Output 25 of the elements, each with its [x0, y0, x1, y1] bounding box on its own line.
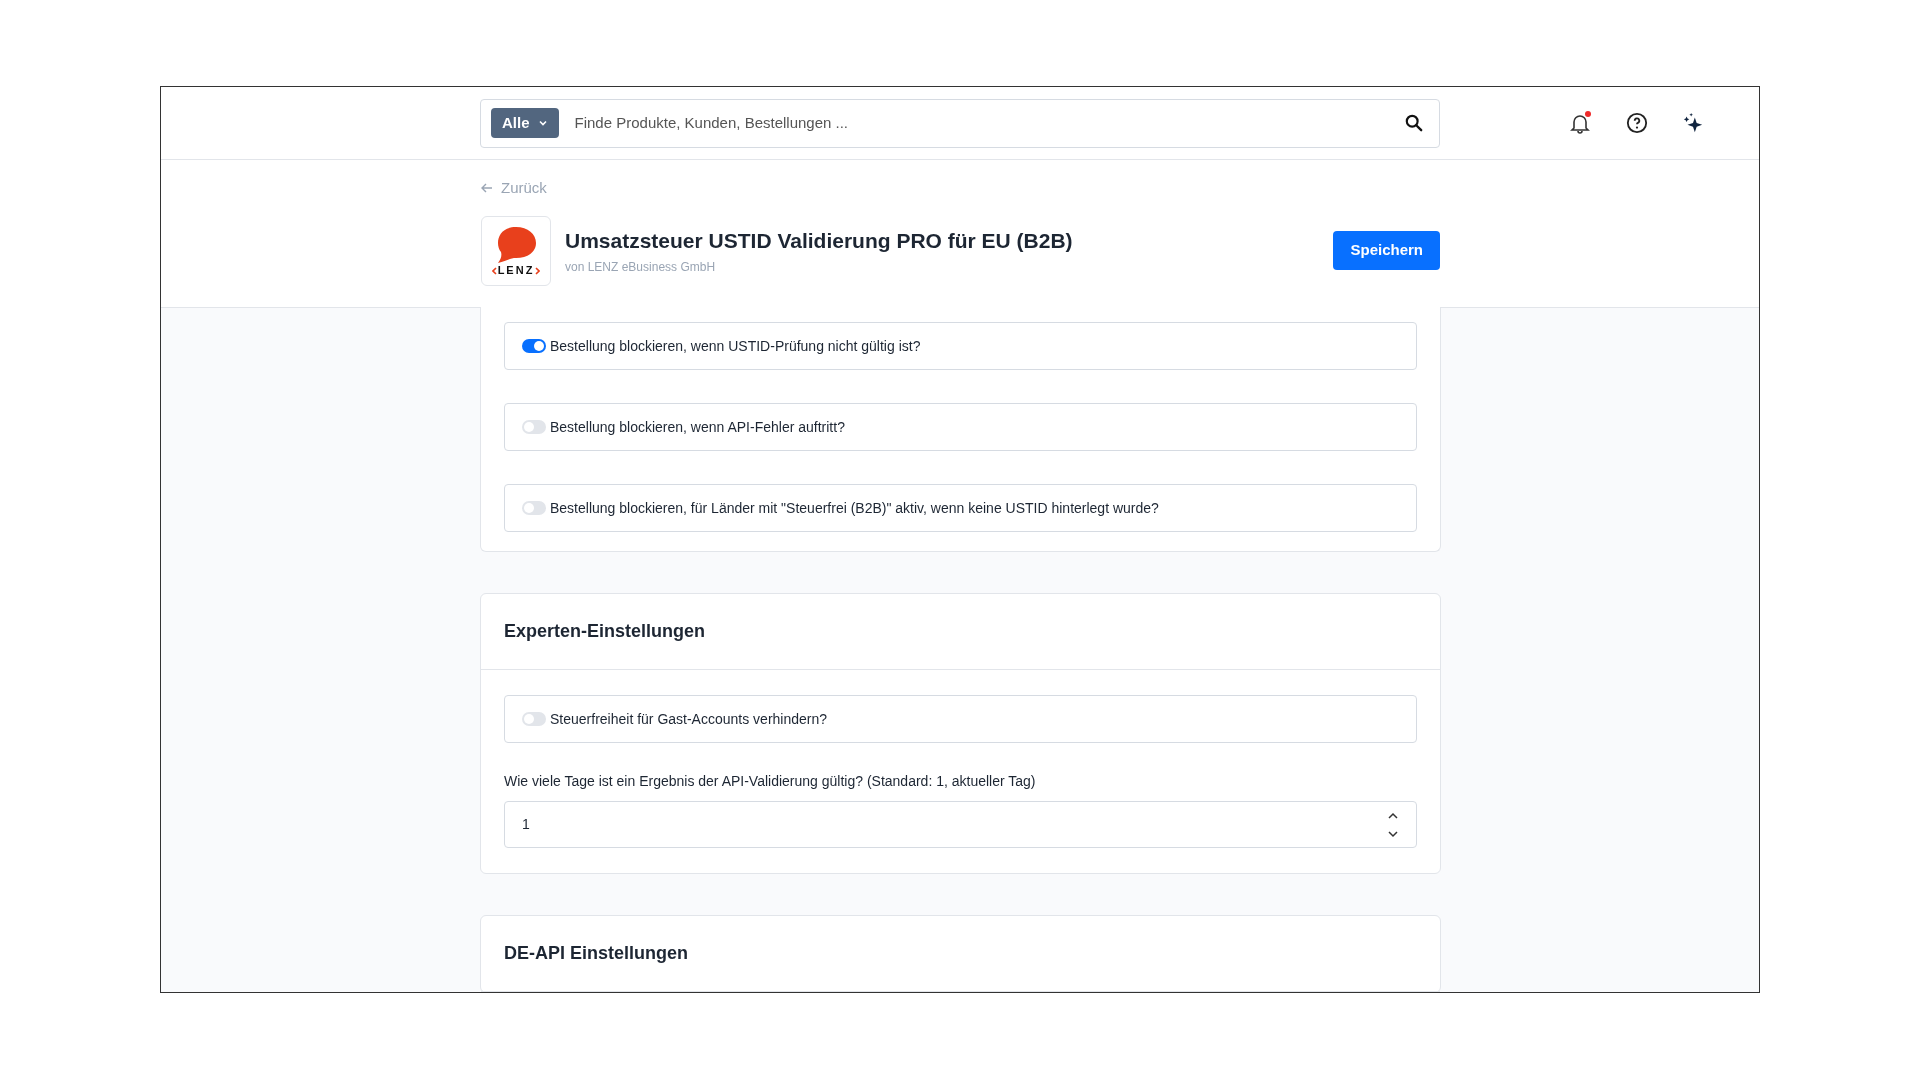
save-button[interactable]: Speichern — [1333, 231, 1440, 270]
scope-dropdown[interactable]: Alle — [491, 108, 559, 138]
toggle-label: Bestellung blockieren, wenn API-Fehler auftritt? — [550, 417, 845, 437]
vendor-text: von LENZ eBusiness GmbH — [565, 259, 717, 277]
toggle-switch[interactable] — [522, 712, 546, 726]
help-icon[interactable] — [1626, 112, 1648, 134]
toggle-label: Steuerfreiheit für Gast-Accounts verhindern? — [550, 709, 828, 729]
field-label: Wie viele Tage ist ein Ergebnis der API-Validierung gültig? (Standard: 1, aktueller Tag) — [504, 772, 1037, 791]
bell-icon[interactable] — [1568, 111, 1592, 135]
toggle-switch[interactable] — [522, 420, 546, 434]
toggle-switch[interactable] — [522, 501, 546, 515]
section-title: DE-API Einstellungen — [504, 942, 689, 965]
sparkle-icon[interactable] — [1682, 112, 1704, 134]
section-title: Experten-Einstellungen — [504, 620, 706, 643]
chevron-icon — [537, 118, 548, 128]
search-bar[interactable]: Alle Finde Produkte, Kunden, Bestellungen ... — [480, 98, 1440, 148]
search-field[interactable]: Finde Produkte, Kunden, Bestellungen ... — [574, 111, 1405, 135]
toggle-label: Bestellung blockieren, für Länder mit "Steuerfrei (B2B)" aktiv, wenn keine USTID hinterlegt wurde? — [550, 498, 1159, 518]
toggle-switch[interactable] — [522, 339, 546, 353]
app-logo: LENZ — [481, 215, 551, 286]
toggle-label: Bestellung blockieren, wenn USTID-Prüfung nicht gültig ist? — [550, 336, 921, 356]
search-icon[interactable] — [1405, 114, 1423, 132]
arrow-left-icon — [481, 183, 493, 194]
number-field[interactable]: 1 — [504, 801, 1417, 848]
page-title: Umsatzsteuer USTID Validierung PRO für EU (B2B) — [565, 227, 1074, 254]
